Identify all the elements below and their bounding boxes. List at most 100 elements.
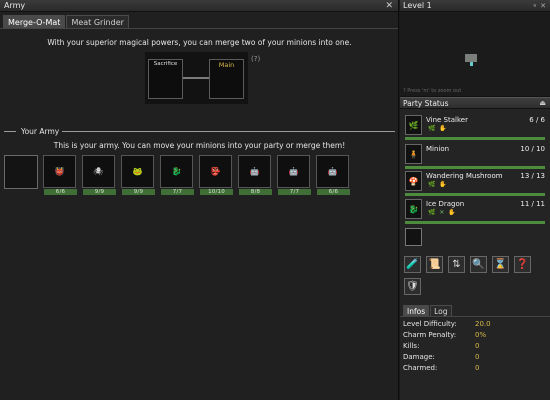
help-button[interactable]: (?) xyxy=(251,55,260,63)
member-hp: 10 / 10 xyxy=(520,145,545,153)
member-name: Wandering Mushroom xyxy=(426,172,503,180)
help-icon[interactable]: ❓ xyxy=(514,256,531,273)
tab-merge-o-mat[interactable]: Merge-O-Mat xyxy=(3,15,66,28)
army-unit[interactable]: 👺 10/10 xyxy=(199,155,234,195)
merge-box: Sacrifice Main xyxy=(145,52,248,104)
army-unit-list: 👹 6/6 🕷 9/9 🐸 9/9 🐉 7/7 👺 10/10 🤖 8/8 🤖 … xyxy=(4,155,351,195)
stat-label: Damage: xyxy=(403,353,435,361)
party-member[interactable]: 🌿 Vine Stalker 6 / 6 🌿 ✋ xyxy=(403,114,547,140)
stat-kills: Kills: 0 xyxy=(403,342,479,350)
stat-damage: Damage: 0 xyxy=(403,353,479,361)
army-titlebar: Army ✕ xyxy=(0,0,398,12)
army-tabs: Merge-O-Mat Meat Grinder xyxy=(0,12,398,29)
party-member[interactable]: 🍄 Wandering Mushroom 13 / 13 🌿 ✋ xyxy=(403,170,547,196)
unit-portrait-icon: 👹 xyxy=(43,155,76,188)
merge-connector xyxy=(183,77,209,79)
army-unit[interactable]: 🐸 9/9 xyxy=(121,155,156,195)
merge-info: With your superior magical powers, you c… xyxy=(47,38,352,47)
empty-slot-frame xyxy=(4,155,38,189)
hourglass-icon[interactable]: ⌛ xyxy=(492,256,509,273)
unit-life: 8/8 xyxy=(239,189,272,195)
shrine-icon[interactable]: 🛡 xyxy=(404,278,421,295)
unit-portrait-icon: 🕷 xyxy=(82,155,115,188)
unit-life: 7/7 xyxy=(278,189,311,195)
minimap-room xyxy=(465,54,477,62)
stat-label: Charm Penalty: xyxy=(403,331,457,339)
main-slot[interactable]: Main xyxy=(209,59,244,99)
army-title: Army xyxy=(4,1,26,10)
stat-value: 0 xyxy=(475,364,480,372)
unit-life: 9/9 xyxy=(83,189,116,195)
member-skills: 🌿 ✋ xyxy=(428,125,448,132)
party-status-header: Party Status ⏏ xyxy=(400,97,550,109)
army-unit[interactable]: 🐉 7/7 xyxy=(160,155,195,195)
stat-value: 0 xyxy=(475,353,480,361)
side-panel: Level 1 ⚬ ✕ ? Press 'm' to zoom out Part… xyxy=(400,0,550,400)
scroll-icon[interactable]: 📜 xyxy=(426,256,443,273)
member-life-bar xyxy=(405,166,545,169)
party-member[interactable]: 🐉 Ice Dragon 11 / 11 🌿 ✕ ✋ xyxy=(403,198,547,224)
tab-meat-grinder[interactable]: Meat Grinder xyxy=(66,15,129,28)
member-hp: 11 / 11 xyxy=(520,200,545,208)
stat-label: Kills: xyxy=(403,342,420,350)
your-army-section: Your Army xyxy=(4,127,395,137)
collapse-icon[interactable]: ⏏ xyxy=(539,99,546,107)
unit-life: 6/6 xyxy=(44,189,77,195)
member-name: Minion xyxy=(426,145,450,153)
army-panel: Army ✕ Merge-O-Mat Meat Grinder With you… xyxy=(0,0,399,400)
army-info: This is your army. You can move your min… xyxy=(53,141,346,150)
magnifier-icon[interactable]: 🔍 xyxy=(470,256,487,273)
army-unit[interactable]: 🕷 9/9 xyxy=(82,155,117,195)
army-unit[interactable]: 👹 6/6 xyxy=(43,155,78,195)
member-portrait-icon: 🐉 xyxy=(405,199,422,219)
party-empty-slot[interactable] xyxy=(405,228,422,246)
unit-portrait-icon: 🤖 xyxy=(316,155,349,188)
stat-charmed: Charmed: 0 xyxy=(403,364,479,372)
army-unit[interactable]: 🤖 7/7 xyxy=(277,155,312,195)
stat-value: 20.0 xyxy=(475,320,491,328)
unit-portrait-icon: 👺 xyxy=(199,155,232,188)
section-divider-left xyxy=(4,131,16,132)
member-skills: 🌿 ✕ ✋ xyxy=(428,209,457,216)
level-title: Level 1 xyxy=(403,1,432,10)
action-buttons: 🧪 📜 ⇅ 🔍 ⌛ ❓ 🛡 xyxy=(404,256,550,295)
main-label: Main xyxy=(218,61,235,69)
stat-value: 0% xyxy=(475,331,487,339)
potion-icon[interactable]: 🧪 xyxy=(404,256,421,273)
member-life-bar xyxy=(405,221,545,224)
unit-life: 10/10 xyxy=(200,189,233,195)
close-icon[interactable]: ✕ xyxy=(385,0,393,12)
unit-life: 7/7 xyxy=(161,189,194,195)
level-titlebar: Level 1 ⚬ ✕ xyxy=(400,0,550,12)
unit-portrait-icon: 🐸 xyxy=(121,155,154,188)
unit-portrait-icon: 🐉 xyxy=(160,155,193,188)
unit-life: 9/9 xyxy=(122,189,155,195)
stat-label: Charmed: xyxy=(403,364,438,372)
info-divider xyxy=(400,316,550,317)
stat-label: Level Difficulty: xyxy=(403,320,457,328)
army-unit[interactable]: 🤖 8/8 xyxy=(238,155,273,195)
unit-portrait-icon: 🤖 xyxy=(238,155,271,188)
army-unit[interactable]: 🤖 6/6 xyxy=(316,155,351,195)
member-life-bar xyxy=(405,193,545,196)
member-name: Ice Dragon xyxy=(426,200,465,208)
sacrifice-slot[interactable]: Sacrifice xyxy=(148,59,183,99)
unit-life: 6/6 xyxy=(317,189,350,195)
member-life-bar xyxy=(405,137,545,140)
stat-charm-penalty: Charm Penalty: 0% xyxy=(403,331,486,339)
section-divider-right xyxy=(62,131,395,132)
minimap-hint: ? Press 'm' to zoom out xyxy=(403,88,462,94)
member-portrait-icon: 🧍 xyxy=(405,144,422,164)
stat-level-difficulty: Level Difficulty: 20.0 xyxy=(403,320,491,328)
sacrifice-label: Sacrifice xyxy=(153,61,178,67)
party-member[interactable]: 🧍 Minion 10 / 10 xyxy=(403,143,547,169)
member-hp: 6 / 6 xyxy=(529,116,545,124)
member-name: Vine Stalker xyxy=(426,116,468,124)
party-status-title: Party Status xyxy=(403,99,449,108)
stat-value: 0 xyxy=(475,342,480,350)
minimap-controls-icon[interactable]: ⚬ ✕ xyxy=(532,0,546,12)
member-hp: 13 / 13 xyxy=(520,172,545,180)
swap-icon[interactable]: ⇅ xyxy=(448,256,465,273)
army-unit-slot-empty[interactable] xyxy=(4,155,39,195)
minimap[interactable]: ? Press 'm' to zoom out xyxy=(400,12,550,97)
